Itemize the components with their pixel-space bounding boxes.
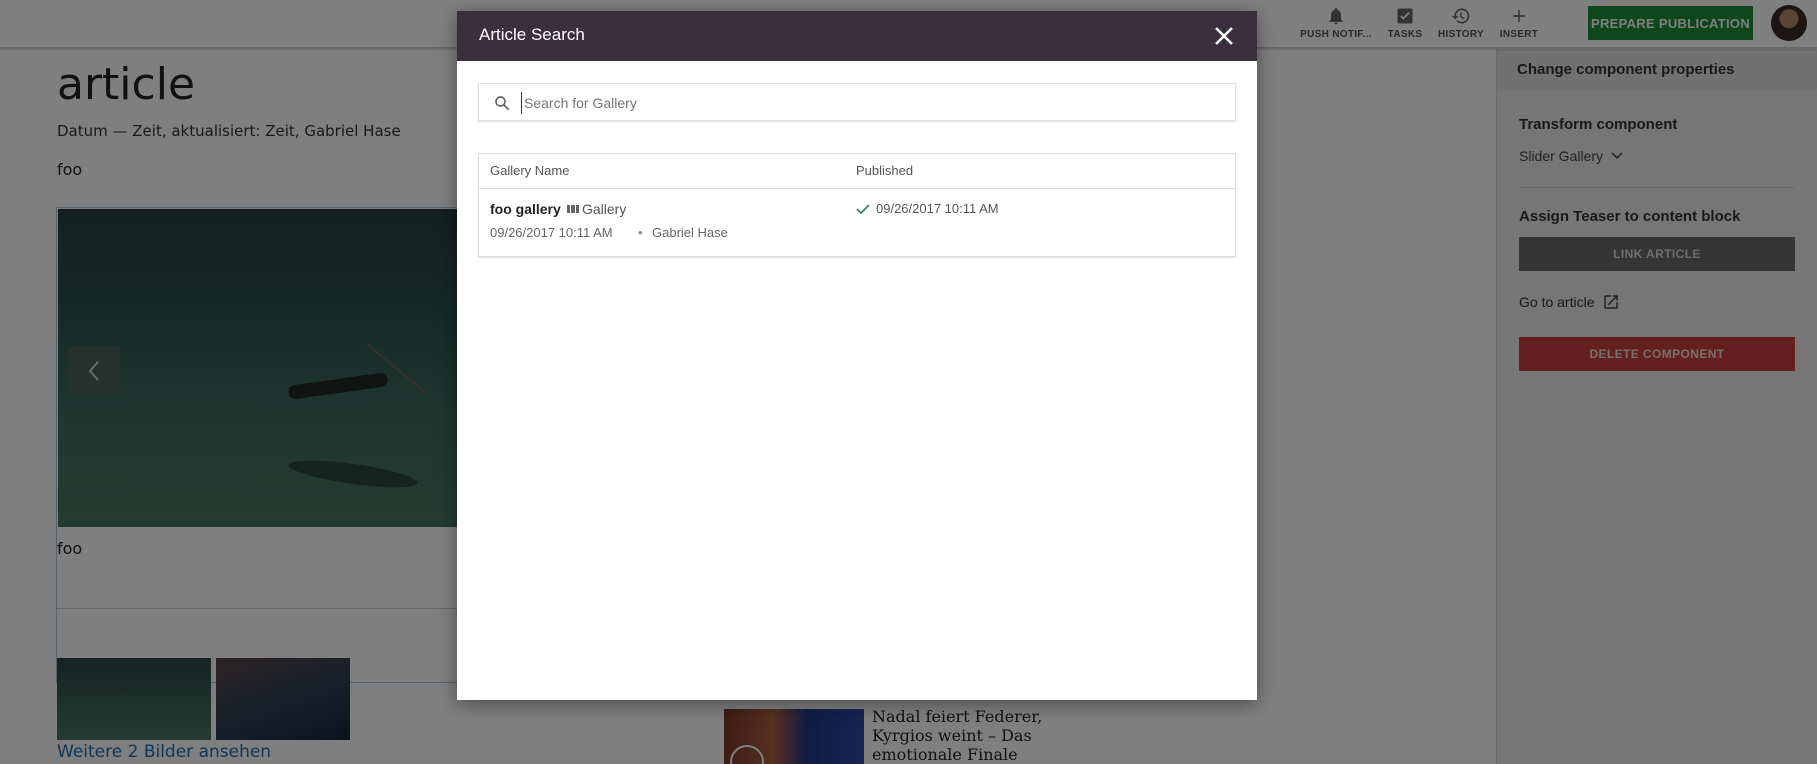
- gallery-name: foo gallery: [490, 201, 561, 217]
- results-table: Gallery Name Published foo gallery Galle…: [478, 153, 1236, 257]
- gallery-icon: [567, 205, 579, 213]
- type-badge: Gallery: [567, 201, 626, 217]
- published-date: 09/26/2017 10:11 AM: [876, 201, 999, 216]
- close-icon: [1215, 27, 1233, 45]
- dialog-title: Article Search: [479, 25, 585, 44]
- check-icon: [856, 203, 870, 214]
- separator-dot: •: [638, 225, 643, 240]
- search-icon: [495, 96, 510, 111]
- search-input[interactable]: [521, 92, 1211, 114]
- table-row[interactable]: foo gallery Gallery 09/26/2017 10:11 AM …: [479, 189, 1235, 256]
- column-header-gallery-name[interactable]: Gallery Name: [490, 163, 569, 178]
- column-header-published[interactable]: Published: [856, 163, 913, 178]
- type-label: Gallery: [582, 201, 627, 217]
- search-box: [478, 83, 1236, 121]
- published-cell: 09/26/2017 10:11 AM: [856, 201, 999, 216]
- dialog-header: Article Search: [457, 11, 1257, 61]
- created-date: 09/26/2017 10:11 AM: [490, 225, 613, 240]
- author: Gabriel Hase: [652, 225, 728, 240]
- close-button[interactable]: [1211, 23, 1237, 49]
- article-search-dialog: Article Search Gallery Name Published fo…: [457, 11, 1257, 700]
